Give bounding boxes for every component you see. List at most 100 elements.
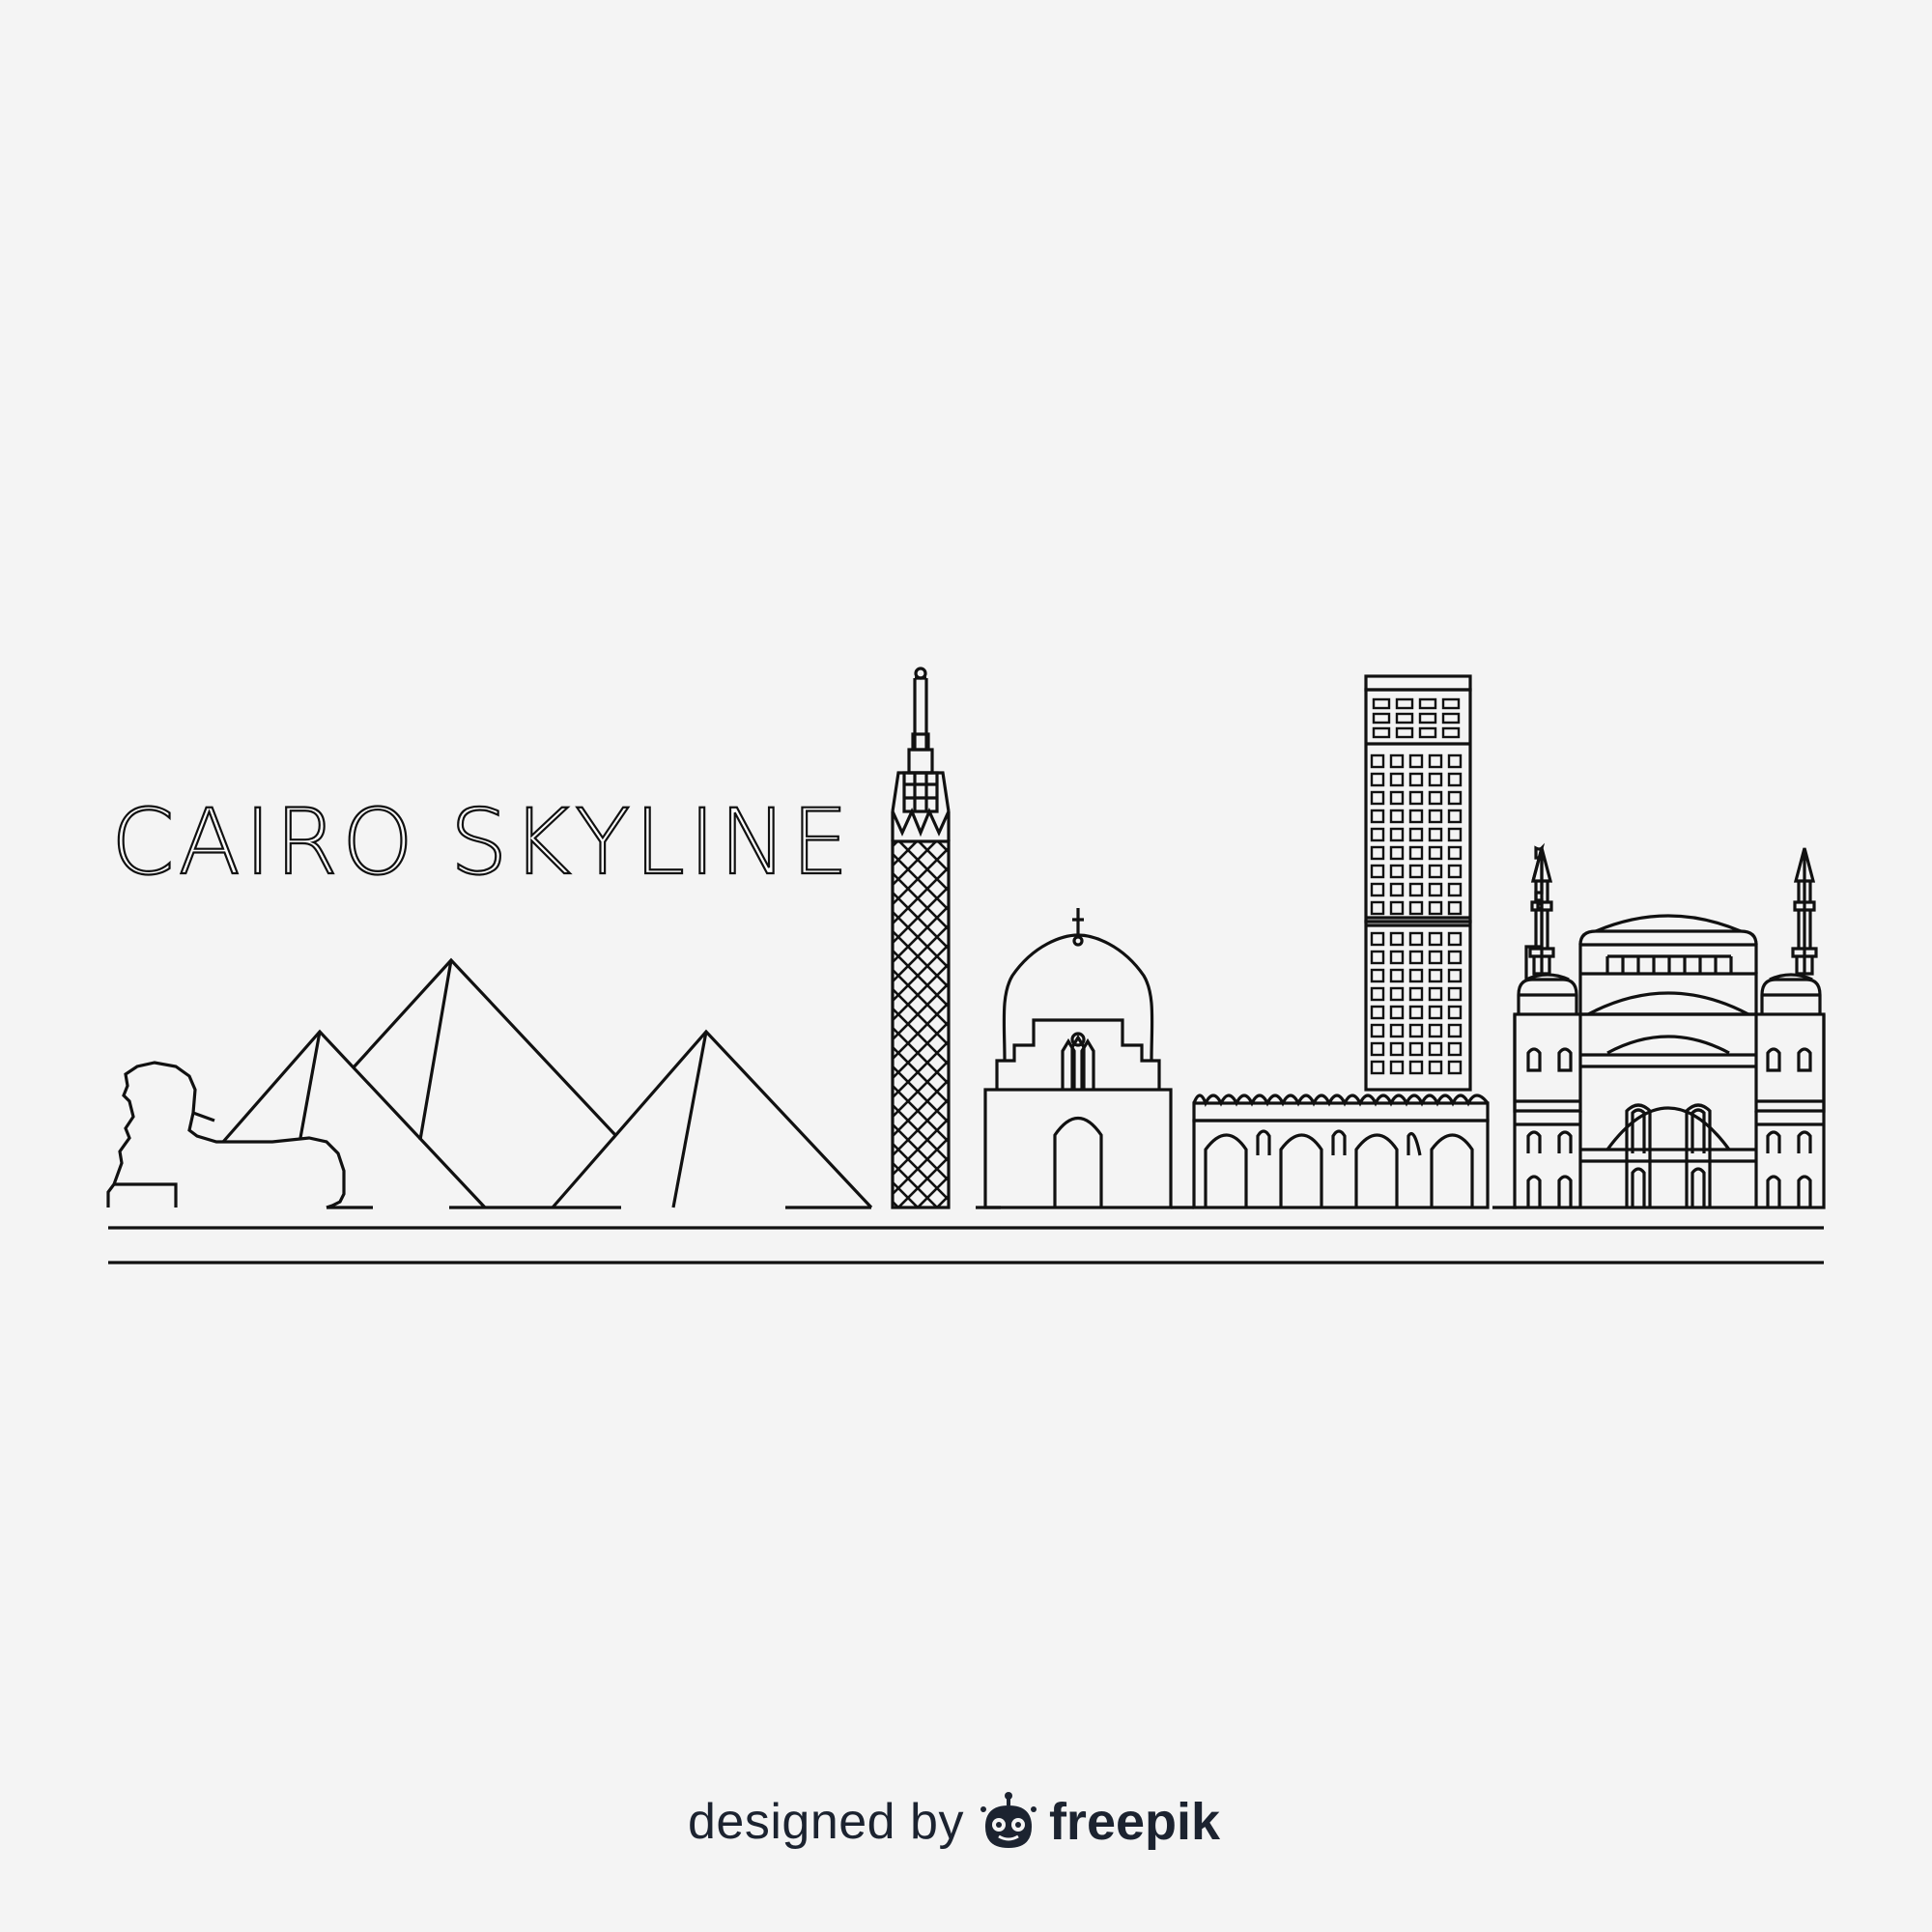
skyscraper-window	[1418, 712, 1437, 724]
skyscraper-window	[1408, 931, 1424, 947]
skyscraper-window	[1389, 753, 1405, 769]
skyscraper-window	[1370, 950, 1385, 965]
cairo-tower	[891, 667, 951, 1209]
skyscraper-window	[1428, 790, 1443, 806]
skyscraper-window	[1428, 900, 1443, 916]
skyscraper-window	[1370, 931, 1385, 947]
skyscraper-window	[1370, 845, 1385, 861]
skyscraper-window	[1408, 845, 1424, 861]
skyscraper-window	[1389, 845, 1405, 861]
skyscraper-window	[1428, 882, 1443, 897]
skyscraper-window	[1370, 882, 1385, 897]
skyscraper-window	[1389, 809, 1405, 824]
skyscraper-window	[1428, 1060, 1443, 1075]
skyscraper-window	[1370, 864, 1385, 879]
skyscraper-window	[1370, 1041, 1385, 1057]
credit-prefix: designed by	[688, 1794, 964, 1850]
skyscraper-window	[1447, 1060, 1463, 1075]
skyscraper-window	[1447, 753, 1463, 769]
skyscraper-window	[1408, 790, 1424, 806]
ground-lines	[108, 1206, 1824, 1264]
skyscraper-window	[1370, 1060, 1385, 1075]
mosque	[1513, 842, 1826, 1209]
skyscraper-window	[1447, 900, 1463, 916]
skyscraper-window	[1389, 950, 1405, 965]
skyscraper-window	[1428, 1041, 1443, 1057]
skyscraper-window	[1389, 1023, 1405, 1038]
skyscraper-window	[1389, 1041, 1405, 1057]
skyscraper-window	[1418, 726, 1437, 739]
skyscraper-window	[1389, 864, 1405, 879]
skyscraper-window	[1428, 864, 1443, 879]
arcade-building	[1192, 1094, 1490, 1209]
skyscraper-window	[1372, 712, 1391, 724]
domed-building	[983, 908, 1173, 1209]
credit-brand: freepik	[1048, 1793, 1221, 1851]
skyscraper-window	[1395, 712, 1414, 724]
skyscraper-window	[1395, 726, 1414, 739]
skyscraper-window	[1447, 882, 1463, 897]
skyscraper-window	[1408, 950, 1424, 965]
skyscraper-window	[1370, 986, 1385, 1002]
skyscraper-window	[1447, 772, 1463, 787]
skyscraper-window	[1389, 986, 1405, 1002]
skyscraper-window	[1370, 772, 1385, 787]
freepik-robot-logo-icon	[980, 1792, 1037, 1848]
skyscraper-window	[1370, 809, 1385, 824]
skyscraper-window	[1408, 827, 1424, 842]
skyscraper-window	[1447, 931, 1463, 947]
skyscraper-window	[1408, 1023, 1424, 1038]
skyscraper-window	[1447, 968, 1463, 983]
skyscraper-windows	[1370, 697, 1463, 1075]
skyscraper-window	[1441, 726, 1461, 739]
skyscraper-window	[1428, 772, 1443, 787]
illustration-canvas: CAIRO SKYLINE designed by freepik	[0, 0, 1932, 1932]
skyscraper-window	[1408, 986, 1424, 1002]
skyscraper-window	[1370, 968, 1385, 983]
skyscraper-window	[1447, 1023, 1463, 1038]
skyscraper-window	[1370, 1005, 1385, 1020]
skyscraper-window	[1441, 712, 1461, 724]
skyscraper-window	[1389, 900, 1405, 916]
skyscraper-window	[1389, 968, 1405, 983]
skyscraper-window	[1370, 827, 1385, 842]
skyscraper-window	[1370, 753, 1385, 769]
skyscraper-window	[1408, 1005, 1424, 1020]
cairo-skyline-drawing	[106, 667, 1826, 1264]
skyscraper-window	[1389, 1060, 1405, 1075]
skyscraper-window	[1370, 1023, 1385, 1038]
skyscraper-window	[1389, 882, 1405, 897]
skyscraper-window	[1428, 1005, 1443, 1020]
skyscraper-window	[1408, 772, 1424, 787]
skyscraper	[1364, 674, 1472, 1092]
skyscraper-window	[1408, 900, 1424, 916]
skyscraper-window	[1447, 809, 1463, 824]
skyscraper-window	[1428, 809, 1443, 824]
skyscraper-window	[1389, 827, 1405, 842]
skyscraper-window	[1372, 726, 1391, 739]
skyscraper-window	[1389, 1005, 1405, 1020]
skyscraper-window	[1428, 931, 1443, 947]
freepik-credit: designed by freepik	[688, 1783, 1220, 1861]
skyscraper-window	[1389, 931, 1405, 947]
skyscraper-window	[1418, 697, 1437, 710]
skyscraper-window	[1408, 968, 1424, 983]
skyscraper-window	[1447, 790, 1463, 806]
skyscraper-window	[1447, 950, 1463, 965]
skyscraper-window	[1428, 827, 1443, 842]
skyscraper-window	[1447, 845, 1463, 861]
skyscraper-window	[1408, 1041, 1424, 1057]
skyscraper-window	[1408, 882, 1424, 897]
skyscraper-window	[1389, 790, 1405, 806]
skyscraper-window	[1408, 809, 1424, 824]
skyscraper-window	[1372, 697, 1391, 710]
skyscraper-window	[1447, 1041, 1463, 1057]
pyramids	[221, 957, 873, 1209]
skyscraper-window	[1447, 986, 1463, 1002]
skyscraper-window	[1428, 753, 1443, 769]
skyscraper-window	[1408, 864, 1424, 879]
skyscraper-window	[1370, 790, 1385, 806]
skyscraper-window	[1408, 1060, 1424, 1075]
skyscraper-window	[1447, 1005, 1463, 1020]
skyscraper-window	[1447, 827, 1463, 842]
